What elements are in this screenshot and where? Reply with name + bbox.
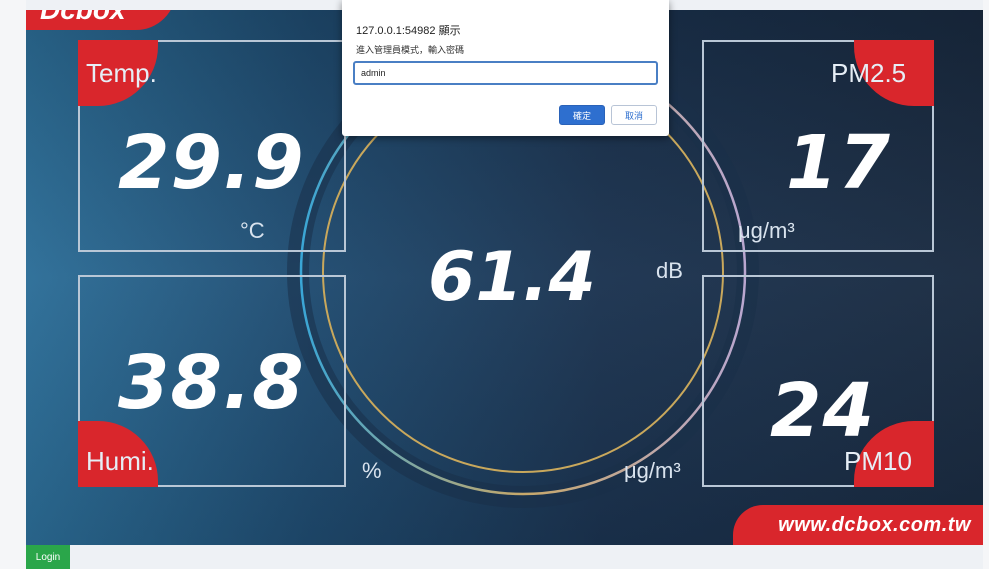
temp-value: 29.9 [118,120,305,206]
temp-unit: °C [240,218,265,243]
right-margin [983,0,989,569]
noise-unit: dB [656,258,683,283]
pm10-unit: μg/m³ [624,458,681,483]
password-prompt-dialog: 127.0.0.1:54982 顯示 進入管理員模式，輸入密碼 確定 取消 [342,0,669,136]
pm25-value: 17 [786,120,891,206]
pm25-unit: μg/m³ [738,218,795,243]
website-url: www.dcbox.com.tw [778,514,971,536]
humi-label: Humi. [86,446,154,476]
cancel-button[interactable]: 取消 [611,105,657,125]
noise-value: 61.4 [428,238,596,317]
humi-value: 38.8 [118,340,305,426]
left-margin [0,0,26,569]
dialog-origin: 127.0.0.1:54982 顯示 [356,25,461,37]
login-button[interactable]: Login [26,545,70,569]
password-input[interactable] [353,61,658,85]
temp-label: Temp. [86,58,157,88]
pm25-label: PM2.5 [831,58,907,88]
ok-button[interactable]: 確定 [559,105,605,125]
humi-unit: % [362,458,382,483]
pm10-value: 24 [770,368,875,454]
dialog-message: 進入管理員模式，輸入密碼 [356,45,465,55]
